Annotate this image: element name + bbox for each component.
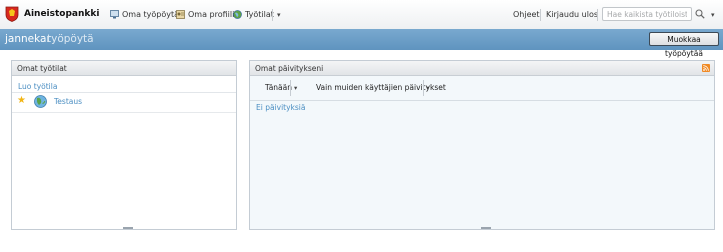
desktop-icon bbox=[110, 10, 119, 19]
workspace-header: jannekar työpöytä Muokkaa työpöytää bbox=[0, 29, 723, 58]
globe-icon bbox=[233, 10, 242, 19]
chevron-down-icon[interactable]: ▾ bbox=[277, 11, 281, 19]
search-options-chevron-icon[interactable]: ▾ bbox=[711, 11, 715, 19]
globe-icon bbox=[34, 95, 47, 108]
nav-workspaces[interactable]: Työtilat bbox=[233, 10, 274, 19]
my-workspaces-panel: Omat työtilat Luo työtila ★ Testaus bbox=[11, 60, 237, 230]
resize-handle[interactable] bbox=[481, 227, 491, 229]
brand-name[interactable]: Aineistopankki bbox=[24, 9, 99, 19]
edit-desktop-button[interactable]: Muokkaa työpöytää bbox=[649, 32, 719, 58]
nav-my-desktop[interactable]: Oma työpöytä bbox=[110, 10, 179, 19]
chevron-down-icon[interactable]: ▾ bbox=[294, 84, 297, 92]
divider bbox=[12, 112, 236, 113]
logout-link[interactable]: Kirjaudu ulos bbox=[546, 10, 598, 19]
filter-separator bbox=[290, 80, 291, 96]
header-title: työpöytä bbox=[47, 33, 94, 45]
filter-separator bbox=[423, 80, 424, 96]
nav-separator bbox=[540, 9, 541, 21]
panel-header: Omat päivitykseni bbox=[250, 61, 714, 76]
nav-separator bbox=[597, 9, 598, 21]
filter-bar: Tänään ▾ Vain muiden käyttäjien päivityk… bbox=[250, 76, 714, 100]
panel-title: Omat työtilat bbox=[17, 64, 67, 73]
time-filter-dropdown[interactable]: Tänään bbox=[265, 83, 292, 92]
create-workspace-link[interactable]: Luo työtila bbox=[18, 82, 57, 91]
nav-my-profile-label: Oma profiili bbox=[188, 10, 235, 19]
nav-workspaces-label: Työtilat bbox=[245, 10, 274, 19]
nav-my-profile[interactable]: Oma profiili bbox=[176, 10, 234, 19]
header-username: jannekar bbox=[5, 33, 51, 45]
coat-of-arms-logo[interactable] bbox=[5, 6, 19, 22]
divider bbox=[250, 100, 714, 101]
panel-header: Omat työtilat bbox=[12, 61, 236, 76]
star-icon[interactable]: ★ bbox=[17, 95, 26, 107]
search-input[interactable] bbox=[602, 7, 692, 21]
search-icon[interactable] bbox=[695, 9, 705, 19]
workspace-link[interactable]: Testaus bbox=[54, 97, 82, 106]
resize-handle[interactable] bbox=[123, 227, 133, 229]
panel-title: Omat päivitykseni bbox=[255, 64, 324, 73]
profile-icon bbox=[176, 10, 185, 19]
empty-updates-message: Ei päivityksiä bbox=[256, 103, 306, 112]
divider bbox=[12, 92, 236, 93]
top-navigation-bar: Aineistopankki Oma työpöytä Oma profiili… bbox=[0, 0, 723, 30]
rss-icon[interactable] bbox=[702, 64, 710, 72]
list-item[interactable]: ★ Testaus bbox=[12, 94, 236, 110]
help-link[interactable]: Ohjeet bbox=[513, 10, 540, 19]
nav-separator bbox=[272, 9, 273, 21]
nav-my-desktop-label: Oma työpöytä bbox=[122, 10, 180, 19]
my-updates-panel: Omat päivitykseni Tänään ▾ Vain muiden k… bbox=[249, 60, 715, 230]
chevron-down-icon[interactable]: ▾ bbox=[426, 84, 429, 92]
